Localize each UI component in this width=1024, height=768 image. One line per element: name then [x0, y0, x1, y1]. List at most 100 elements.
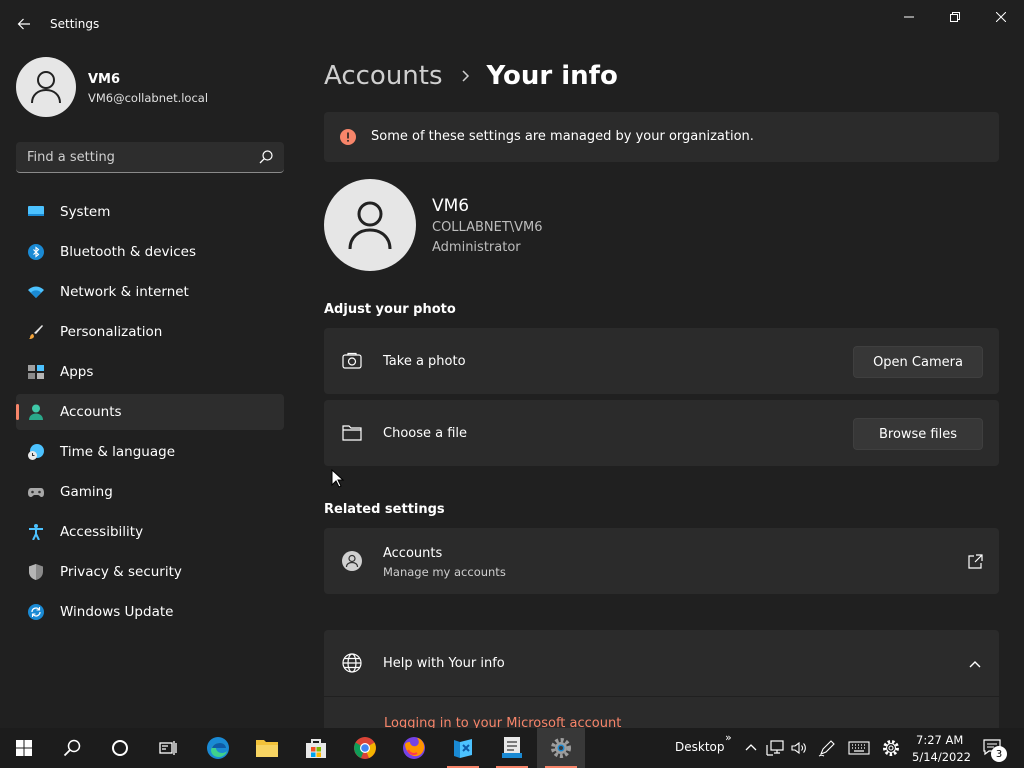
close-button[interactable] [978, 4, 1024, 30]
restore-button[interactable] [932, 4, 978, 30]
browse-files-button[interactable]: Browse files [853, 418, 983, 450]
document-app-icon [502, 737, 522, 758]
info-icon [340, 129, 356, 145]
cortana-button[interactable] [96, 728, 144, 768]
network-wired-icon[interactable] [766, 739, 784, 757]
chrome-browser-icon [354, 737, 376, 759]
clock-globe-icon [28, 444, 44, 460]
breadcrumb: Accounts Your info [324, 58, 618, 94]
taskbar-app-tool[interactable] [439, 728, 487, 768]
sidebar-item-label: Accessibility [60, 524, 144, 540]
edge-browser-icon [207, 737, 229, 759]
person-icon [348, 201, 392, 250]
keyboard-icon[interactable] [848, 739, 870, 757]
monitor-icon [28, 206, 44, 216]
gamepad-icon [28, 488, 44, 497]
sidebar-item-accounts[interactable]: Accounts [16, 394, 284, 430]
sidebar-item-bluetooth[interactable]: Bluetooth & devices [16, 234, 284, 270]
taskbar-app-document[interactable] [488, 728, 536, 768]
settings-gear-icon [551, 738, 571, 758]
taskbar-chrome[interactable] [341, 728, 389, 768]
taskbar-settings[interactable] [537, 728, 585, 768]
start-button[interactable] [0, 728, 48, 768]
section-title-related: Related settings [324, 502, 445, 517]
notification-count-badge: 3 [991, 746, 1007, 762]
chevron-up-icon[interactable] [967, 656, 983, 672]
related-accounts-sub: Manage my accounts [383, 565, 506, 579]
store-bag-icon [306, 739, 326, 758]
taskbar-store[interactable] [292, 728, 340, 768]
sidebar-item-time-language[interactable]: Time & language [16, 434, 284, 470]
banner-text: Some of these settings are managed by yo… [371, 129, 754, 144]
sidebar-nav: System Bluetooth & devices Network & int… [16, 194, 284, 634]
clock-date[interactable]: 5/14/2022 [912, 750, 971, 764]
profile-avatar [324, 179, 416, 271]
person-icon [29, 404, 43, 420]
pen-icon[interactable] [818, 739, 836, 757]
wifi-icon [28, 286, 44, 298]
taskbar-search-button[interactable] [48, 728, 96, 768]
desktop-toolbar-label[interactable]: Desktop [675, 740, 725, 754]
toolbar-overflow[interactable]: » [725, 731, 732, 744]
minimize-icon [904, 16, 914, 18]
taskbar-firefox[interactable] [390, 728, 438, 768]
firefox-browser-icon [403, 737, 425, 759]
sidebar-item-personalization[interactable]: Personalization [16, 314, 284, 350]
breadcrumb-parent[interactable]: Accounts [324, 61, 443, 91]
update-icon [28, 604, 44, 620]
search-box[interactable] [16, 142, 284, 173]
taskbar-file-explorer[interactable] [243, 728, 291, 768]
chevron-up-icon[interactable] [742, 739, 760, 757]
help-expander[interactable]: Help with Your info [324, 630, 999, 696]
sidebar-item-privacy-security[interactable]: Privacy & security [16, 554, 284, 590]
sidebar-item-label: Personalization [60, 324, 163, 340]
volume-icon[interactable] [790, 739, 808, 757]
shield-icon [29, 564, 43, 580]
sidebar-item-apps[interactable]: Apps [16, 354, 284, 390]
sidebar-item-label: Network & internet [60, 284, 189, 300]
cortana-circle-icon [112, 740, 128, 756]
sidebar-item-label: System [60, 204, 111, 220]
related-accounts-label: Accounts [383, 546, 443, 561]
sidebar-item-label: Windows Update [60, 604, 174, 620]
camera-icon [342, 352, 362, 369]
taskbar: Desktop » 7:27 AM 5/14/2022 3 [0, 728, 1024, 768]
minimize-button[interactable] [886, 4, 932, 30]
section-title-adjust-photo: Adjust your photo [324, 302, 456, 317]
user-email: VM6@collabnet.local [88, 91, 209, 105]
app-tool-icon [454, 739, 472, 758]
search-icon[interactable] [258, 149, 274, 165]
bluetooth-icon [28, 244, 44, 260]
open-camera-button[interactable]: Open Camera [853, 346, 983, 378]
task-view-button[interactable] [144, 728, 192, 768]
folder-icon [342, 425, 362, 441]
sidebar-item-windows-update[interactable]: Windows Update [16, 594, 284, 630]
sidebar-item-system[interactable]: System [16, 194, 284, 230]
restore-icon [950, 12, 960, 22]
sidebar-item-label: Apps [60, 364, 94, 380]
sidebar-item-label: Accounts [60, 404, 122, 420]
related-accounts-card[interactable]: Accounts Manage my accounts [324, 528, 999, 594]
sidebar-item-network[interactable]: Network & internet [16, 274, 284, 310]
settings-gear-icon[interactable] [882, 739, 900, 757]
mouse-cursor-icon [331, 469, 345, 488]
managed-by-org-banner: Some of these settings are managed by yo… [324, 112, 999, 162]
task-view-icon [159, 741, 177, 755]
paintbrush-icon [29, 325, 43, 339]
choose-file-label: Choose a file [383, 426, 468, 441]
profile-role: Administrator [432, 240, 521, 255]
help-title: Help with Your info [383, 656, 505, 671]
sidebar-item-gaming[interactable]: Gaming [16, 474, 284, 510]
clock-time[interactable]: 7:27 AM [916, 733, 963, 747]
folder-icon [256, 740, 278, 757]
sidebar-item-label: Privacy & security [60, 564, 182, 580]
take-photo-label: Take a photo [383, 354, 466, 369]
sidebar-item-accessibility[interactable]: Accessibility [16, 514, 284, 550]
taskbar-edge[interactable] [194, 728, 242, 768]
back-button[interactable] [10, 12, 38, 36]
app-title: Settings [50, 17, 100, 31]
user-avatar[interactable] [16, 57, 76, 117]
search-icon [63, 739, 81, 757]
search-input[interactable] [16, 142, 256, 172]
profile-domain: COLLABNET\VM6 [432, 220, 543, 235]
